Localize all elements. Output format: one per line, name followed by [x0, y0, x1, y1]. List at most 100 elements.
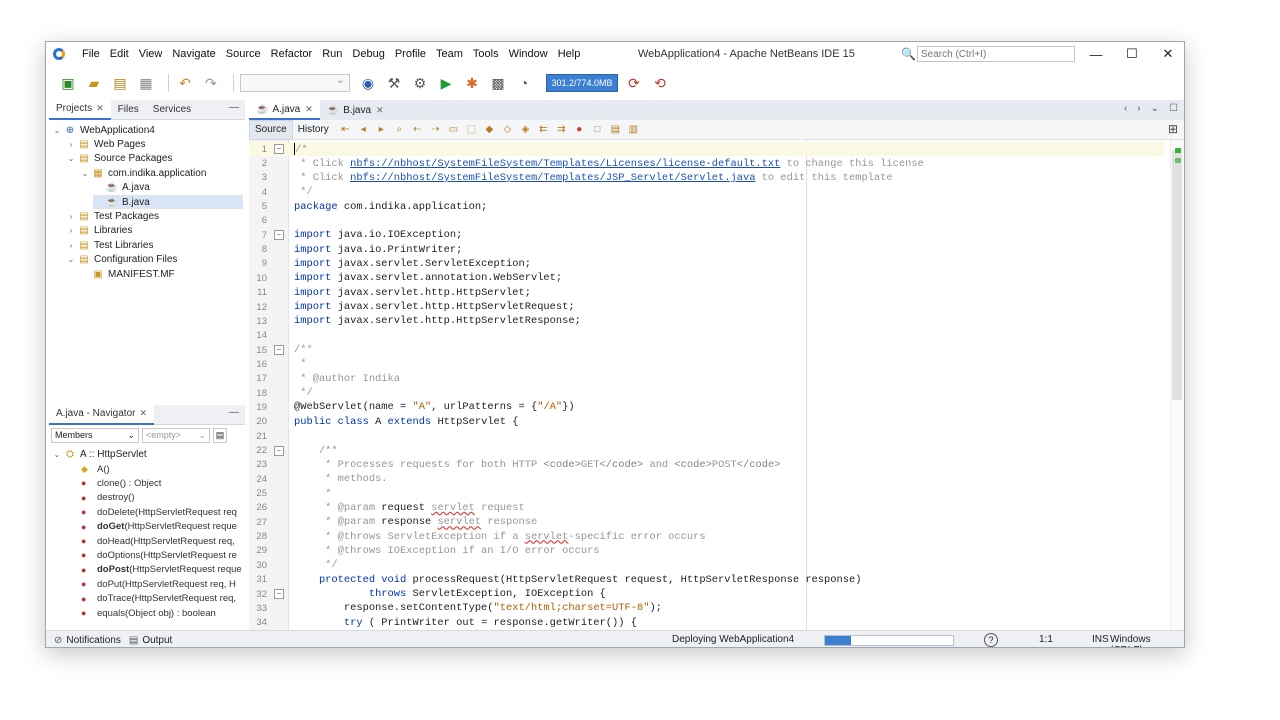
comment-icon[interactable]: ▤ — [609, 124, 622, 135]
maximize-editor-icon[interactable]: ☐ — [1169, 103, 1178, 114]
navigator-member[interactable]: ● doPut(HttpServletRequest req, H — [81, 577, 236, 591]
expand-toggle-icon[interactable]: ⌄ — [79, 169, 91, 178]
fold-toggle-icon[interactable] — [267, 228, 289, 242]
expand-toggle-icon[interactable]: ⌄ — [65, 154, 77, 163]
expand-toggle-icon[interactable]: › — [65, 212, 77, 221]
toggle-bookmark-icon[interactable]: ◈ — [519, 124, 532, 135]
fold-toggle-icon[interactable] — [267, 444, 289, 458]
notifications-button[interactable]: ⊘ Notifications — [54, 635, 121, 646]
tab-a-java[interactable]: ☕ A.java ✕ — [249, 100, 320, 120]
navigator-member[interactable]: ● doHead(HttpServletRequest req, — [81, 534, 235, 548]
globe-icon[interactable]: ◉ — [358, 73, 378, 93]
search-icon[interactable]: 🔍 — [901, 47, 917, 61]
fold-toggle-icon[interactable] — [267, 142, 289, 156]
navigator-member[interactable]: ● doGet (HttpServletRequest reque — [81, 520, 237, 534]
debug-icon[interactable]: ✱ — [462, 73, 482, 93]
code-editor[interactable]: 1/*2 * Click nbfs://nbhost/SystemFileSys… — [249, 140, 1184, 630]
menu-edit[interactable]: Edit — [105, 48, 134, 60]
profile-icon[interactable]: ◔ — [514, 73, 534, 93]
find-icon[interactable]: ⌕ — [393, 124, 406, 135]
expand-toggle-icon[interactable]: › — [65, 226, 77, 235]
tree-item[interactable]: ⌄ ▦ com.indika.application — [79, 166, 207, 180]
close-icon[interactable]: ✕ — [96, 103, 104, 114]
menu-tools[interactable]: Tools — [468, 48, 504, 60]
find-next-icon[interactable]: ⇢ — [429, 124, 442, 135]
empty-select[interactable]: <empty> ⌄ — [142, 427, 210, 443]
maximize-button[interactable]: ☐ — [1114, 42, 1150, 66]
tab-navigator[interactable]: A.java - Navigator ✕ — [49, 404, 155, 425]
tree-item[interactable]: › ▤ Test Packages — [65, 209, 159, 223]
expand-toggle-icon[interactable]: ⌄ — [51, 126, 63, 135]
navigator-member[interactable]: ● doTrace(HttpServletRequest req, — [81, 592, 236, 606]
menu-help[interactable]: Help — [553, 48, 586, 60]
navigator-root[interactable]: ⌄ ⛭ A :: HttpServlet — [51, 447, 147, 461]
last-edit-icon[interactable]: ⇤ — [339, 124, 352, 135]
forward-icon[interactable]: ▸ — [375, 124, 388, 135]
sort-icon[interactable]: ▤ — [213, 427, 227, 443]
navigator-member[interactable]: ● destroy() — [81, 491, 134, 505]
clean-build-icon[interactable]: ⚙ — [410, 73, 430, 93]
tab-files[interactable]: Files — [111, 100, 146, 120]
output-button[interactable]: ▤ Output — [129, 635, 172, 646]
navigator-member[interactable]: ● doDelete(HttpServletRequest req — [81, 505, 237, 519]
stop-macro-icon[interactable]: □ — [591, 124, 604, 135]
tree-item[interactable]: ⌄ ▤ Configuration Files — [65, 253, 178, 267]
shift-right-icon[interactable]: ⇉ — [555, 124, 568, 135]
menu-team[interactable]: Team — [431, 48, 468, 60]
help-icon[interactable]: ? — [984, 633, 998, 647]
minimize-button[interactable]: — — [1078, 42, 1114, 66]
menu-debug[interactable]: Debug — [347, 48, 389, 60]
scrollbar-thumb[interactable] — [1172, 150, 1182, 400]
new-file-icon[interactable]: ▣ — [58, 73, 78, 93]
tree-item[interactable]: › ▤ Test Libraries — [65, 238, 154, 252]
vertical-scrollbar[interactable] — [1170, 140, 1184, 630]
minimize-panel-icon[interactable]: — — [229, 102, 239, 113]
debug-project-icon[interactable]: ▩ — [488, 73, 508, 93]
toggle-rect-select-icon[interactable]: ⬚ — [465, 124, 478, 135]
tab-b-java[interactable]: ☕ B.java ✕ — [320, 100, 391, 120]
menu-view[interactable]: View — [134, 48, 168, 60]
new-project-icon[interactable]: ▰ — [84, 73, 104, 93]
memory-usage-indicator[interactable]: 301.2/774.0MB — [546, 74, 618, 92]
menu-refactor[interactable]: Refactor — [266, 48, 318, 60]
menu-window[interactable]: Window — [504, 48, 553, 60]
menu-navigate[interactable]: Navigate — [167, 48, 220, 60]
configuration-select[interactable] — [240, 73, 350, 92]
error-stripe-mark[interactable] — [1175, 148, 1181, 153]
source-view-button[interactable]: Source — [249, 119, 293, 140]
minimize-panel-icon[interactable]: — — [229, 407, 239, 418]
shift-left-icon[interactable]: ⇇ — [537, 124, 550, 135]
expand-toggle-icon[interactable]: › — [65, 241, 77, 250]
gc-icon[interactable]: ⟳ — [624, 73, 644, 93]
navigator-member[interactable]: ◆ A() — [81, 462, 110, 476]
back-icon[interactable]: ◂ — [357, 124, 370, 135]
tree-item[interactable]: ☕ A.java — [93, 181, 150, 195]
navigator-member[interactable]: ● doPost (HttpServletRequest reque — [81, 563, 242, 577]
tree-item[interactable]: ☕ B.java — [93, 195, 243, 209]
tab-projects[interactable]: Projects ✕ — [49, 99, 111, 120]
members-select[interactable]: Members ⌄ — [51, 427, 139, 443]
search-input[interactable] — [917, 46, 1075, 62]
chevron-right-icon[interactable]: › — [1137, 103, 1140, 114]
tree-item[interactable]: ⌄ ▤ Source Packages — [65, 152, 173, 166]
next-bookmark-icon[interactable]: ◇ — [501, 124, 514, 135]
run-icon[interactable]: ▶ — [436, 73, 456, 93]
close-icon[interactable]: ✕ — [139, 408, 147, 419]
redo-icon[interactable]: ↷ — [201, 73, 221, 93]
chevron-down-icon[interactable]: ⌄ — [1151, 103, 1159, 114]
fold-toggle-icon[interactable] — [267, 587, 289, 601]
history-view-button[interactable]: History — [293, 120, 334, 140]
split-editor-icon[interactable]: ⊞ — [1168, 122, 1178, 136]
menu-source[interactable]: Source — [221, 48, 266, 60]
fold-toggle-icon[interactable] — [267, 343, 289, 357]
tree-item[interactable]: › ▤ Web Pages — [65, 137, 146, 151]
close-icon[interactable]: ✕ — [305, 104, 313, 115]
navigator-member[interactable]: ● doOptions(HttpServletRequest re — [81, 548, 237, 562]
navigator-member[interactable]: ● clone() : Object — [81, 476, 161, 490]
save-all-icon[interactable]: ▦ — [136, 73, 156, 93]
prev-bookmark-icon[interactable]: ◆ — [483, 124, 496, 135]
toggle-highlight-icon[interactable]: ▭ — [447, 124, 460, 135]
find-previous-icon[interactable]: ⇠ — [411, 124, 424, 135]
chevron-left-icon[interactable]: ‹ — [1124, 103, 1127, 114]
tree-item[interactable]: › ▤ Libraries — [65, 224, 133, 238]
